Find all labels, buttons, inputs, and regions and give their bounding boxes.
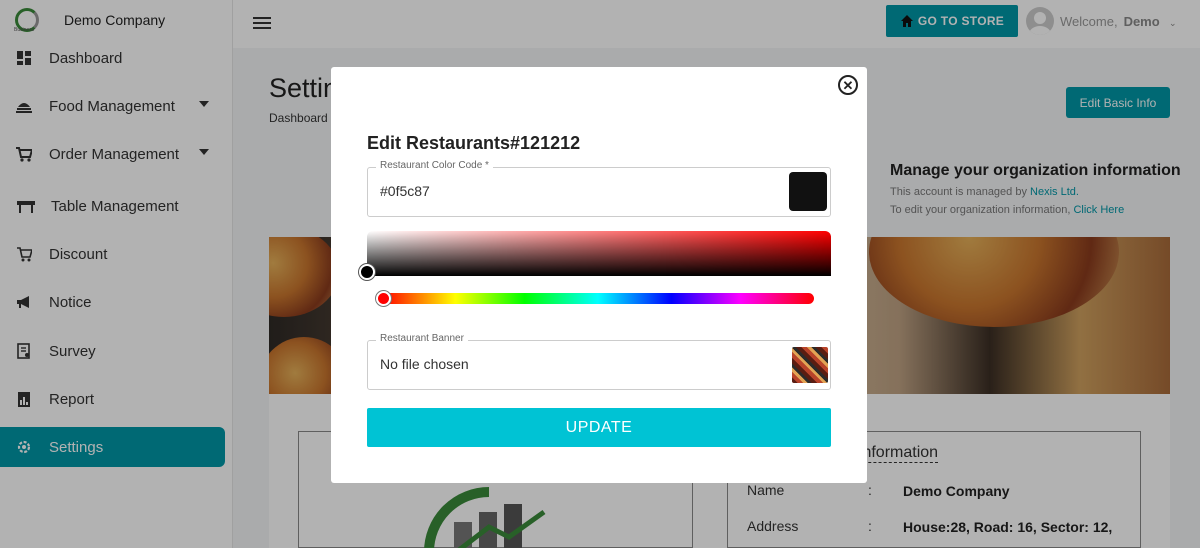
edit-restaurant-modal: ✕ Edit Restaurants#121212 Restaurant Col… [331, 67, 867, 483]
banner-field[interactable]: Restaurant Banner No file chosen [367, 333, 831, 390]
modal-title: Edit Restaurants#121212 [367, 133, 581, 153]
color-swatch[interactable] [789, 172, 827, 211]
close-icon[interactable]: ✕ [838, 75, 858, 95]
banner-label: Restaurant Banner [376, 333, 468, 344]
color-code-field[interactable]: Restaurant Color Code * #0f5c87 [367, 160, 831, 217]
banner-file-input[interactable]: No file chosen [380, 356, 469, 372]
hue-handle[interactable] [376, 291, 391, 306]
hue-slider[interactable] [382, 293, 814, 304]
saturation-handle[interactable] [359, 264, 375, 280]
color-code-input[interactable]: #0f5c87 [380, 183, 430, 199]
color-code-label: Restaurant Color Code * [376, 160, 493, 171]
update-button[interactable]: UPDATE [367, 408, 831, 447]
banner-thumbnail [792, 347, 828, 383]
saturation-picker[interactable] [367, 231, 831, 276]
